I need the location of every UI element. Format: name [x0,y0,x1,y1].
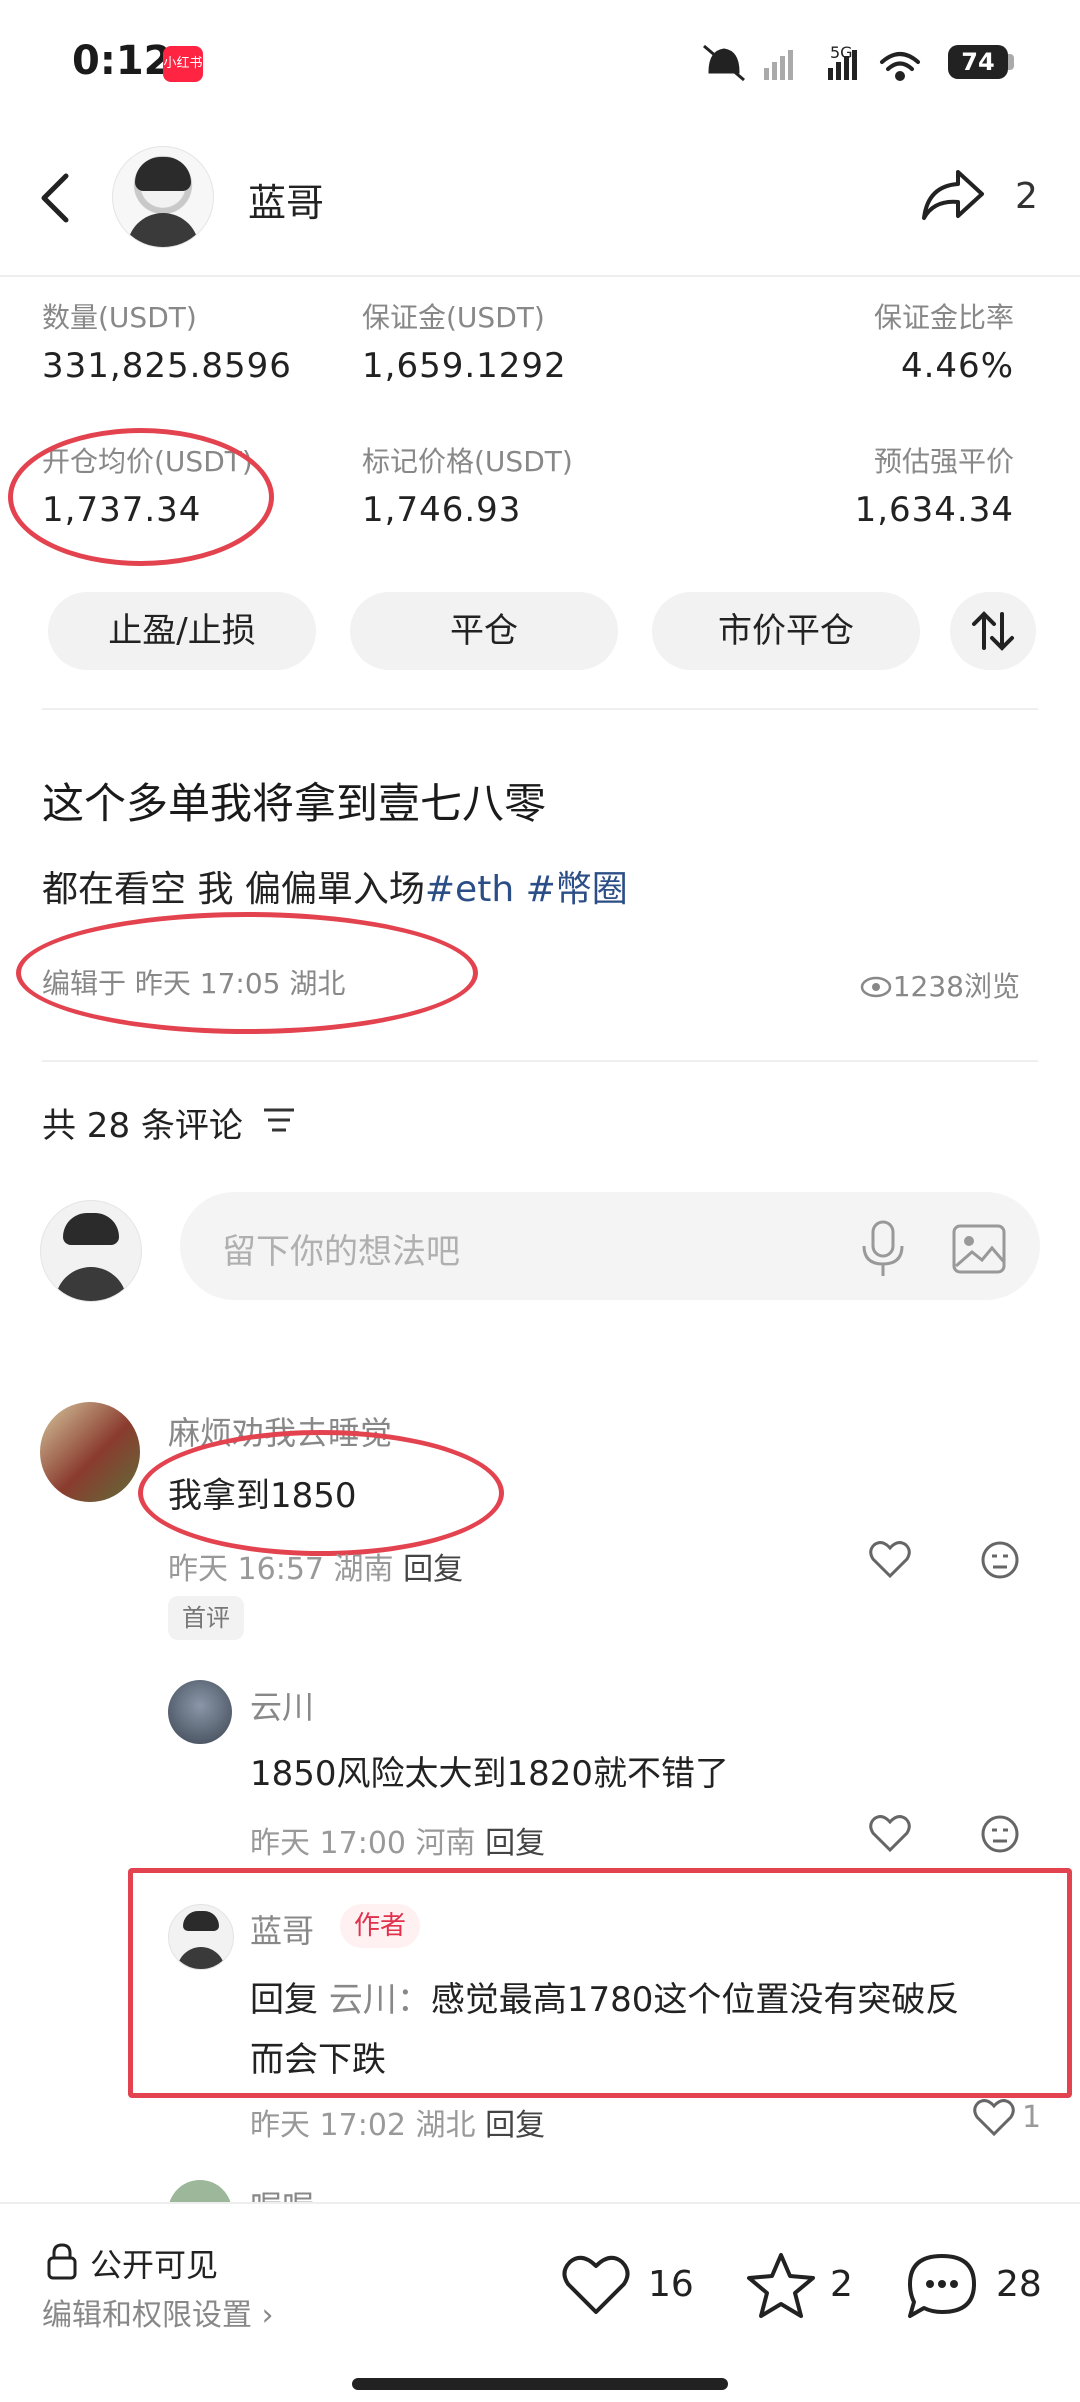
author-avatar[interactable] [112,146,214,248]
avatar-body [55,1267,127,1301]
comment-meta: 昨天 17:02 湖北 回复 [250,2100,545,2144]
network-label: 5G [830,43,853,62]
reply-link[interactable]: 回复 [403,1552,463,1587]
home-indicator[interactable] [352,2378,728,2390]
market-close-button: 市价平仓 [652,592,920,670]
microphone-icon[interactable] [858,1218,908,1280]
sort-button [950,592,1036,670]
comment-like-count: 1 [1022,2100,1042,2135]
reply-link[interactable]: 回复 [485,1826,545,1861]
comments-total: 28 [996,2264,1042,2305]
settings-text: 编辑和权限设置 [42,2298,252,2333]
comment-input-placeholder: 留下你的想法吧 [222,1232,460,1272]
post-body-text: 都在看空 我 偏偏單入场 [42,869,425,910]
post-title: 这个多单我将拿到壹七八零 [42,779,547,828]
qty-value: 331,825.8596 [42,346,292,386]
avatar-body [127,213,199,247]
close-position-button: 平仓 [350,592,618,670]
comment-count: 共 28 条评论 [42,1106,243,1146]
qty-label: 数量(USDT) [42,301,197,334]
comment-icon[interactable] [904,2250,980,2322]
reply-prefix: 回复 [250,1980,318,2020]
margin-value: 1,659.1292 [362,346,567,386]
comment-text: 1850风险太大到1820就不错了 [250,1754,730,1794]
avatar-hair [63,1213,119,1245]
comment-time: 昨天 17:02 湖北 [250,2108,476,2143]
battery-tip [1008,54,1014,70]
divider [42,1060,1038,1062]
sort-icon [972,611,1014,651]
hashtag-eth[interactable]: #eth [425,869,514,910]
mark-price-label: 标记价格(USDT) [362,445,573,478]
annotation-ellipse-meta [16,912,478,1034]
first-comment-badge: 首评 [168,1596,244,1640]
status-time: 0:12 [72,38,172,84]
divider [42,708,1038,710]
favorite-count: 2 [830,2264,853,2305]
commenter-name[interactable]: 蓝哥 [250,1906,314,1952]
comment-text: 回复 云川：感觉最高1780这个位置没有突破反 [250,1980,960,2020]
avatar-hair [183,1911,219,1931]
commenter-avatar[interactable] [168,1904,234,1970]
avatar-body [177,1947,225,1969]
margin-ratio-value: 4.46% [900,346,1014,386]
heart-icon[interactable] [868,1540,912,1580]
comment-meta: 昨天 16:57 湖南 回复 [168,1544,463,1588]
author-badge: 作者 [340,1904,421,1948]
wifi-icon [880,52,920,81]
views-text: 1238浏览 [892,970,1020,1003]
battery-indicator: 74 [948,45,1008,79]
like-icon[interactable] [560,2252,632,2318]
image-icon[interactable] [950,1220,1008,1278]
share-count: 2 [1015,176,1038,217]
mute-icon [703,44,745,82]
comment-text-line1: 感觉最高1780这个位置没有突破反 [430,1980,960,2020]
chevron-right-icon: › [261,2298,274,2333]
my-avatar [40,1200,142,1302]
reply-target[interactable]: 云川 [329,1980,397,2020]
no-signal-icon [764,50,793,80]
like-count: 16 [648,2264,694,2305]
star-icon[interactable] [744,2250,818,2320]
mark-price-value: 1,746.93 [362,490,522,530]
comment-time: 昨天 17:00 河南 [250,1826,476,1861]
sort-filter-icon[interactable] [262,1106,296,1136]
margin-ratio-label: 保证金比率 [873,301,1014,334]
app-notification-icon: 小红书 [163,46,203,82]
liq-price-value: 1,634.34 [854,490,1014,530]
heart-icon[interactable] [868,1814,912,1854]
margin-label: 保证金(USDT) [362,301,545,334]
share-icon[interactable] [918,164,988,226]
comment-text-line2: 而会下跌 [250,2040,386,2080]
status-icons: 5G [703,43,920,82]
heart-icon[interactable] [972,2098,1016,2138]
commenter-avatar[interactable] [168,1680,232,1744]
back-icon[interactable] [30,168,80,228]
hashtag-crypto[interactable]: #幣圈 [526,869,628,910]
dislike-icon[interactable] [980,1540,1020,1580]
avatar-hair [135,157,191,191]
commenter-name[interactable]: 云川 [250,1682,314,1728]
reply-link[interactable]: 回复 [485,2108,545,2143]
status-bar: 0:12 小红书 5G 74 [0,0,1080,130]
dislike-icon[interactable] [980,1814,1020,1854]
author-name[interactable]: 蓝哥 [248,172,324,227]
comment-time: 昨天 16:57 湖南 [168,1552,394,1587]
visibility-label[interactable]: 公开可见 [90,2240,218,2286]
post-body: 都在看空 我 偏偏單入场#eth #幣圈 [42,860,628,912]
tp-sl-button: 止盈/止损 [48,592,316,670]
annotation-ellipse-entry [8,428,274,566]
post-views: 1238浏览 [859,965,1020,1005]
annotation-ellipse-comment [138,1430,504,1556]
liq-price-label: 预估强平价 [873,445,1014,478]
permission-settings-link[interactable]: 编辑和权限设置 › [42,2290,274,2334]
comment-meta: 昨天 17:00 河南 回复 [250,1818,545,1862]
lock-icon [47,2243,77,2280]
eye-icon [860,976,891,998]
commenter-avatar[interactable] [40,1402,140,1502]
